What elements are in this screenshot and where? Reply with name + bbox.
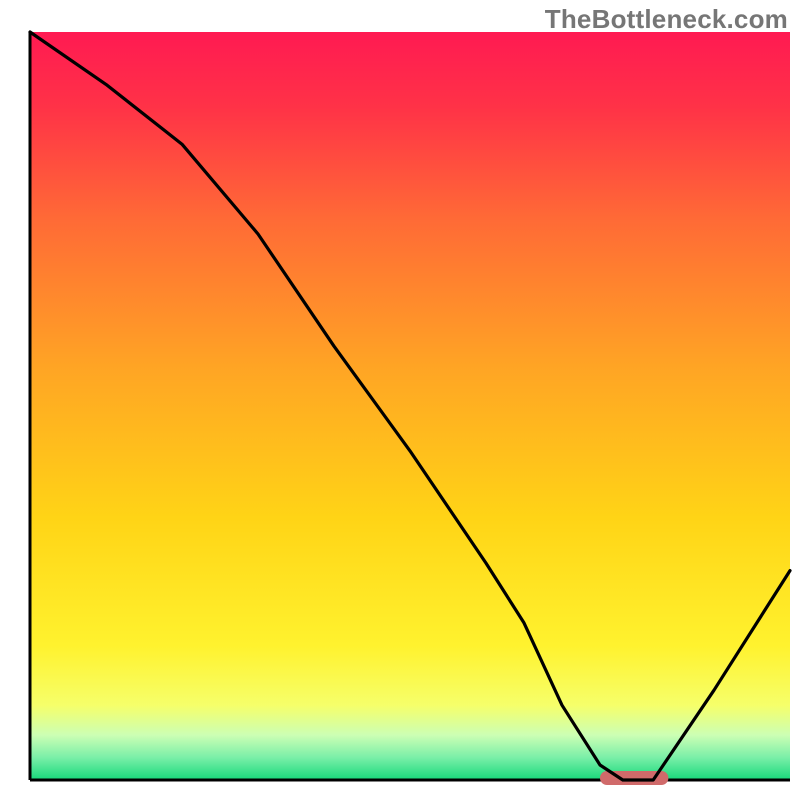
bottleneck-chart (0, 0, 800, 800)
chart-background (30, 32, 790, 780)
watermark-label: TheBottleneck.com (545, 4, 788, 35)
